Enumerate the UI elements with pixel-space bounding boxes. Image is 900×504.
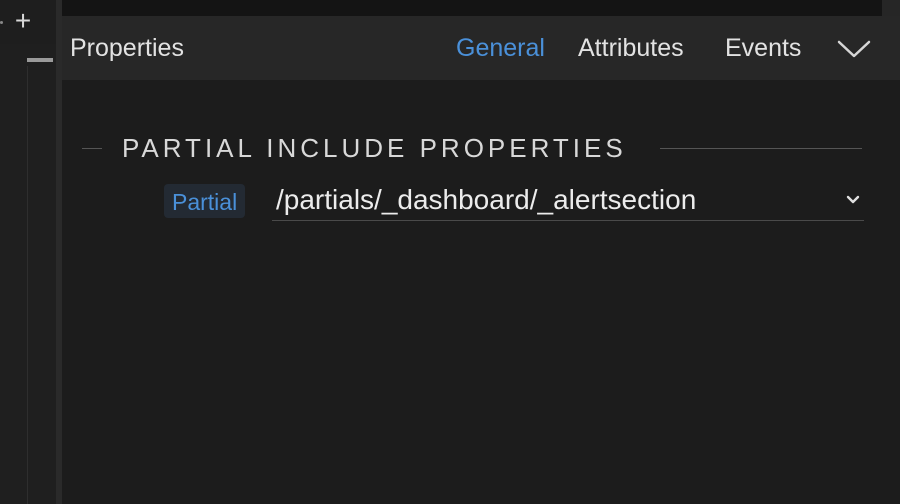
chevron-down-icon[interactable]	[836, 38, 872, 60]
app-window: + Properties General Attributes Events P…	[0, 0, 900, 504]
scrollbar-handle[interactable]	[27, 58, 53, 62]
section-heading: PARTIAL INCLUDE PROPERTIES	[82, 130, 862, 166]
plus-icon[interactable]: +	[10, 6, 36, 36]
panel-title: Properties	[70, 34, 184, 62]
overflow-dot	[0, 21, 3, 24]
tab-general[interactable]: General	[456, 32, 545, 64]
partial-field-label: Partial	[164, 184, 246, 218]
scrollbar-track[interactable]	[27, 66, 28, 504]
partial-select[interactable]: /partials/_dashboard/_alertsection	[272, 180, 864, 221]
panel-topbar	[62, 0, 882, 16]
divider	[82, 148, 102, 149]
partial-select-value: /partials/_dashboard/_alertsection	[276, 184, 697, 215]
section-title: PARTIAL INCLUDE PROPERTIES	[122, 133, 627, 163]
chevron-down-icon	[846, 195, 860, 204]
left-panel: +	[0, 0, 56, 504]
divider	[660, 148, 862, 149]
properties-panel: Properties General Attributes Events PAR…	[62, 0, 900, 504]
properties-header: Properties General Attributes Events	[62, 16, 900, 80]
tab-attributes[interactable]: Attributes	[578, 32, 684, 64]
panel-topbar-corner	[882, 0, 900, 16]
tab-events[interactable]: Events	[725, 32, 801, 64]
